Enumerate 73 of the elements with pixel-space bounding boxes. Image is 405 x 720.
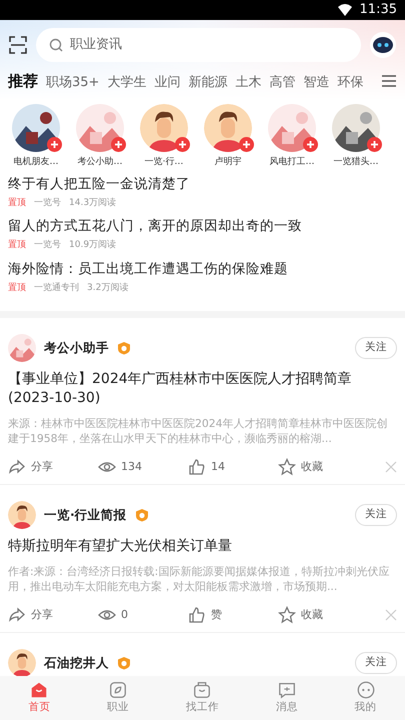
menu-icon[interactable]	[381, 74, 397, 88]
nav-tab[interactable]: 消息	[270, 679, 304, 717]
read-count: 3.2万阅读	[87, 282, 128, 295]
article-source: 一览号	[34, 196, 61, 210]
article-title[interactable]: 特斯拉明年有望扩大光伏相关订单量	[8, 536, 397, 556]
view-action[interactable]: 0	[98, 606, 188, 624]
article-title[interactable]: 终于有人把五险一金说清楚了	[8, 176, 397, 193]
add-icon[interactable]	[47, 137, 62, 152]
account-name[interactable]: 一览·行…	[144, 156, 184, 168]
chat-icon	[276, 680, 297, 700]
add-icon[interactable]	[367, 137, 382, 152]
category-tab[interactable]: 高管	[269, 72, 296, 92]
wifi-icon	[338, 4, 352, 16]
read-count: 14.3万阅读	[69, 196, 116, 210]
account-name[interactable]: 考公小助…	[78, 156, 122, 168]
category-tab[interactable]: 土木	[235, 72, 262, 92]
add-icon[interactable]	[111, 137, 126, 152]
pinned-tag: 置顶	[8, 239, 26, 253]
category-tab[interactable]: 智造	[303, 72, 330, 92]
search-icon	[49, 38, 63, 52]
share-action[interactable]: 分享	[8, 458, 98, 476]
account-name[interactable]: 风电打工…	[270, 156, 314, 168]
article-title[interactable]: 海外险情：员工出境工作遭遇工伤的保险难题	[8, 260, 397, 278]
collect-action[interactable]: 收藏	[278, 458, 368, 476]
thumbs-up-icon	[188, 606, 206, 624]
clock-time: 11:35	[360, 1, 397, 19]
category-tab[interactable]: 职场35+	[46, 72, 100, 92]
account-name[interactable]: 电机朋友…	[14, 156, 58, 168]
share-action[interactable]: 分享	[8, 606, 98, 624]
like-action[interactable]: 14	[188, 458, 278, 476]
briefcase-icon	[192, 680, 212, 700]
follow-button[interactable]: 关注	[355, 652, 397, 674]
star-icon	[278, 606, 296, 624]
scan-icon[interactable]	[8, 34, 28, 55]
share-icon	[8, 458, 26, 476]
category-tab[interactable]: 环保	[337, 72, 364, 92]
nav-tab[interactable]: 职业	[101, 679, 136, 717]
robot-icon[interactable]	[369, 30, 397, 59]
read-count: 10.9万阅读	[69, 239, 116, 252]
article-title[interactable]: 【事业单位】2024年广西桂林市中医医院人才招聘简章(2023-10-30)	[8, 370, 397, 408]
account-name[interactable]: 卢明宇	[214, 156, 242, 168]
article-summary: 来源：桂林市中医医院桂林市中医医院2024年人才招聘简章桂林市中医医院创建于1958年，坐落在山水甲天下的桂林市中心，濒临秀丽的榕湖...	[8, 416, 388, 446]
category-tab[interactable]: 业问	[154, 72, 180, 92]
search-field[interactable]: 职业资讯	[36, 28, 361, 62]
face-icon	[356, 680, 376, 700]
follow-button[interactable]: 关注	[355, 337, 397, 359]
pinned-tag: 置顶	[8, 282, 26, 296]
add-icon[interactable]	[175, 137, 190, 152]
follow-button[interactable]: 关注	[355, 504, 397, 526]
add-icon[interactable]	[303, 137, 318, 152]
nav-tab[interactable]: 找工作	[180, 679, 225, 717]
article-summary: 作者:来源：台湾经济日报转载:国际新能源要闻据媒体报道，特斯拉冲刺光伏应用，推出电动车太阳能充电方案，对太阳能板需求激增，市场预期...	[8, 564, 390, 594]
author-name[interactable]: 一览·行业简报	[44, 506, 127, 524]
like-action[interactable]: 赞	[188, 606, 278, 624]
home-icon	[29, 680, 50, 700]
category-tab[interactable]: 新能源	[188, 72, 228, 92]
nav-tab[interactable]: 我的	[348, 679, 383, 717]
star-icon	[278, 458, 296, 476]
author-name[interactable]: 考公小助手	[44, 338, 109, 358]
collect-action[interactable]: 收藏	[278, 606, 368, 624]
article-source: 一览号	[34, 239, 61, 252]
pinned-tag: 置顶	[8, 196, 26, 210]
view-action[interactable]: 134	[98, 458, 188, 476]
account-name[interactable]: 一览猎头…	[334, 156, 378, 168]
thumbs-up-icon	[188, 458, 206, 476]
article-title[interactable]: 留人的方式五花八门，离开的原因却出奇的一致	[8, 218, 397, 236]
leaf-icon	[108, 680, 128, 700]
add-icon[interactable]	[239, 137, 254, 152]
author-name[interactable]: 石油挖井人	[44, 654, 109, 672]
category-tab[interactable]: 大学生	[107, 72, 146, 92]
article-source: 一览通专刊	[34, 282, 79, 295]
nav-tab[interactable]: 首页	[22, 679, 56, 717]
share-icon	[8, 606, 26, 624]
